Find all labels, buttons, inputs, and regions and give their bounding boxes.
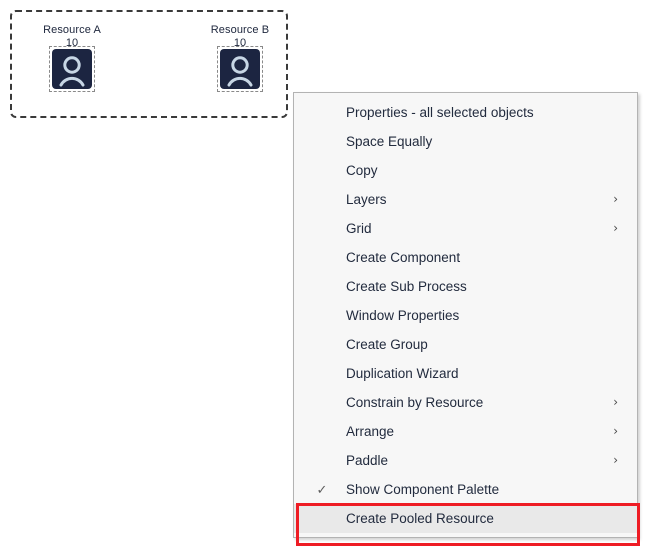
menu-item-create-sub-process[interactable]: Create Sub Process [294, 272, 637, 301]
menu-item-layers[interactable]: Layers › [294, 185, 637, 214]
resource-label-a: Resource A [43, 24, 101, 36]
menu-item-create-group[interactable]: Create Group [294, 330, 637, 359]
menu-item-properties-all-selected-objects[interactable]: Properties - all selected objects [294, 98, 637, 127]
menu-item-label: Create Component [346, 250, 461, 265]
menu-item-space-equally[interactable]: Space Equally [294, 127, 637, 156]
menu-item-paddle[interactable]: Paddle › [294, 446, 637, 475]
resource-node-b[interactable]: Resource B 10 [192, 24, 288, 92]
menu-item-copy[interactable]: Copy [294, 156, 637, 185]
menu-item-label: Paddle [346, 453, 389, 468]
menu-item-label: Layers [346, 192, 387, 207]
menu-item-label: Create Group [346, 337, 428, 352]
resource-selection-handles-b[interactable] [217, 46, 263, 92]
menu-item-label: Duplication Wizard [346, 366, 459, 381]
chevron-right-icon: › [613, 221, 618, 235]
menu-item-label: Copy [346, 163, 378, 178]
resource-label-b: Resource B [210, 24, 270, 36]
menu-item-duplication-wizard[interactable]: Duplication Wizard [294, 359, 637, 388]
resource-selection-handles-a[interactable] [49, 46, 95, 92]
chevron-right-icon: › [613, 424, 618, 438]
chevron-right-icon: › [613, 192, 618, 206]
context-menu[interactable]: Properties - all selected objects Space E… [293, 92, 638, 538]
chevron-right-icon: › [613, 395, 618, 409]
menu-item-constrain-by-resource[interactable]: Constrain by Resource › [294, 388, 637, 417]
resource-quantity-a: 10 [65, 38, 79, 46]
menu-item-create-pooled-resource[interactable]: Create Pooled Resource [294, 504, 637, 533]
menu-item-label: Constrain by Resource [346, 395, 484, 410]
resource-node-a[interactable]: Resource A 10 [24, 24, 120, 92]
resource-quantity-b: 10 [233, 38, 247, 46]
menu-item-grid[interactable]: Grid › [294, 214, 637, 243]
menu-item-label: Window Properties [346, 308, 460, 323]
menu-item-label: Grid [346, 221, 372, 236]
person-icon[interactable] [52, 49, 92, 89]
menu-item-label: Create Pooled Resource [346, 511, 494, 526]
menu-item-show-component-palette[interactable]: ✓ Show Component Palette [294, 475, 637, 504]
menu-item-label: Create Sub Process [346, 279, 467, 294]
menu-item-label: Properties - all selected objects [346, 105, 534, 120]
menu-item-arrange[interactable]: Arrange › [294, 417, 637, 446]
check-icon: ✓ [316, 482, 328, 497]
person-icon[interactable] [220, 49, 260, 89]
menu-item-window-properties[interactable]: Window Properties [294, 301, 637, 330]
menu-item-label: Space Equally [346, 134, 433, 149]
menu-item-label: Show Component Palette [346, 482, 500, 497]
chevron-right-icon: › [613, 453, 618, 467]
menu-item-label: Arrange [346, 424, 395, 439]
menu-item-create-component[interactable]: Create Component [294, 243, 637, 272]
